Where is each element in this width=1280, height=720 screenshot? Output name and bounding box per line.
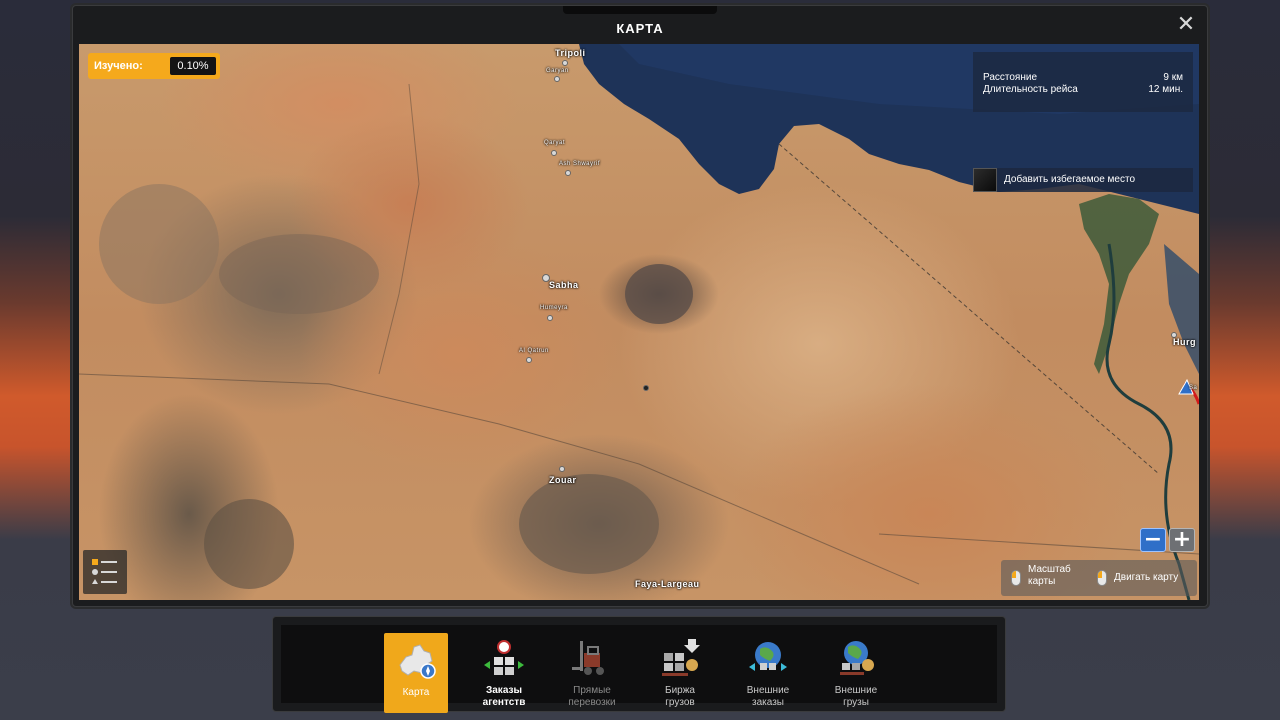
window-title: КАРТА bbox=[616, 21, 664, 36]
city-label: Sabha bbox=[549, 280, 579, 290]
explored-value: 0.10% bbox=[170, 57, 216, 75]
avoid-label: Добавить избегаемое место bbox=[1004, 174, 1136, 185]
city-label: Qaryat bbox=[544, 140, 566, 146]
tab-label-line2: грузы bbox=[843, 697, 869, 708]
distance-value: 9 км bbox=[1163, 72, 1183, 83]
agency-orders-icon bbox=[484, 640, 524, 675]
tab-label-line1: Внешние bbox=[834, 685, 878, 696]
city-dot bbox=[562, 60, 568, 66]
tabs-bar: Карта Заказы агентств Прямые перевозки Б… bbox=[272, 616, 1006, 713]
city-dot bbox=[554, 76, 560, 82]
tab-label-line1: Биржа bbox=[665, 685, 695, 696]
city-label: Hurg bbox=[1173, 337, 1196, 347]
tab-label: Карта bbox=[378, 687, 454, 699]
tab-label: Заказы агентств bbox=[466, 685, 542, 709]
controls-hint: Масштаб карты Двигать карту bbox=[1001, 560, 1197, 596]
tab-external-cargo[interactable]: Внешние грузы bbox=[824, 633, 888, 713]
city-dot bbox=[559, 466, 565, 472]
city-dot bbox=[643, 385, 649, 391]
tab-cargo-market[interactable]: Биржа грузов bbox=[648, 633, 712, 713]
city-label: Al Qatrun bbox=[519, 348, 549, 354]
europe-map-icon bbox=[399, 644, 436, 679]
close-icon[interactable]: ✕ bbox=[1175, 14, 1197, 36]
globe-cargo-icon bbox=[840, 641, 874, 675]
mouse-drag-icon bbox=[1097, 570, 1107, 586]
tab-label-line1: Заказы bbox=[485, 685, 523, 696]
tab-label: Биржа грузов bbox=[642, 685, 718, 709]
distance-label: Расстояние bbox=[983, 72, 1038, 83]
tab-label: Внешние грузы bbox=[818, 685, 894, 709]
duration-row: Длительность рейса 12 мин. bbox=[983, 84, 1183, 95]
tab-label-line2: перевозки bbox=[568, 697, 616, 708]
city-label: Humeyra bbox=[540, 305, 568, 311]
duration-label: Длительность рейса bbox=[983, 84, 1078, 95]
route-info-panel: Расстояние 9 км Длительность рейса 12 ми… bbox=[973, 52, 1193, 112]
explored-badge: Изучено: 0.10% bbox=[88, 53, 220, 79]
tab-map[interactable]: Карта bbox=[384, 633, 448, 713]
explored-label: Изучено: bbox=[94, 60, 143, 72]
border-line bbox=[778, 143, 1160, 475]
mouse-scroll-icon bbox=[1011, 570, 1021, 586]
tab-external-orders[interactable]: Внешние заказы bbox=[736, 633, 800, 713]
map-viewport[interactable]: Tripoli Garyan Qaryat Ash Shwayrif Sabha… bbox=[79, 44, 1199, 600]
tab-label: Внешние заказы bbox=[730, 685, 806, 709]
tab-direct-transport[interactable]: Прямые перевозки bbox=[560, 633, 624, 713]
city-dot bbox=[526, 357, 532, 363]
tab-label-line2: агентств bbox=[482, 697, 526, 708]
tab-label: Прямые перевозки bbox=[554, 685, 630, 709]
zoom-hint-line2: карты bbox=[1028, 576, 1056, 587]
map-window: КАРТА ✕ Tripoli Garyan Qaryat Ash Shwayr… bbox=[72, 5, 1208, 607]
city-label: Garyan bbox=[546, 68, 569, 74]
forklift-icon bbox=[572, 641, 604, 675]
city-label: Tripoli bbox=[555, 48, 586, 58]
tab-label-line2: грузов bbox=[665, 697, 695, 708]
cargo-market-icon bbox=[662, 639, 700, 676]
tab-label-line2: заказы bbox=[752, 697, 784, 708]
distance-row: Расстояние 9 км bbox=[983, 72, 1183, 83]
tab-agency-orders[interactable]: Заказы агентств bbox=[472, 633, 536, 713]
city-label: Ash Shwayrif bbox=[559, 161, 601, 167]
zoom-out-button[interactable]: − bbox=[1140, 528, 1166, 552]
tab-label-line1: Прямые bbox=[573, 685, 611, 696]
tab-label-line1: Карта bbox=[402, 687, 430, 698]
city-label: Zouar bbox=[549, 475, 577, 485]
globe-orders-icon bbox=[749, 642, 787, 671]
city-dot bbox=[547, 315, 553, 321]
nile-delta bbox=[1079, 194, 1159, 374]
avoid-checkbox[interactable] bbox=[973, 168, 997, 192]
zoom-in-button[interactable]: + bbox=[1169, 528, 1195, 552]
duration-value: 12 мин. bbox=[1148, 84, 1183, 95]
city-label: Sa bbox=[1189, 385, 1198, 391]
legend-button[interactable] bbox=[83, 550, 127, 594]
tab-label-line1: Внешние bbox=[746, 685, 790, 696]
move-hint: Двигать карту bbox=[1114, 572, 1179, 583]
title-notch bbox=[563, 6, 717, 14]
legend-icon bbox=[92, 559, 117, 584]
city-label: Faya-Largeau bbox=[635, 579, 700, 589]
city-dot bbox=[551, 150, 557, 156]
zoom-hint: Масштаб карты bbox=[1028, 564, 1071, 588]
city-dot bbox=[565, 170, 571, 176]
add-avoid-place-button[interactable]: Добавить избегаемое место bbox=[973, 168, 1193, 192]
map-terrain bbox=[79, 44, 1199, 600]
tabs-inner: Карта Заказы агентств Прямые перевозки Б… bbox=[281, 625, 997, 713]
zoom-hint-line1: Масштаб bbox=[1028, 564, 1071, 575]
